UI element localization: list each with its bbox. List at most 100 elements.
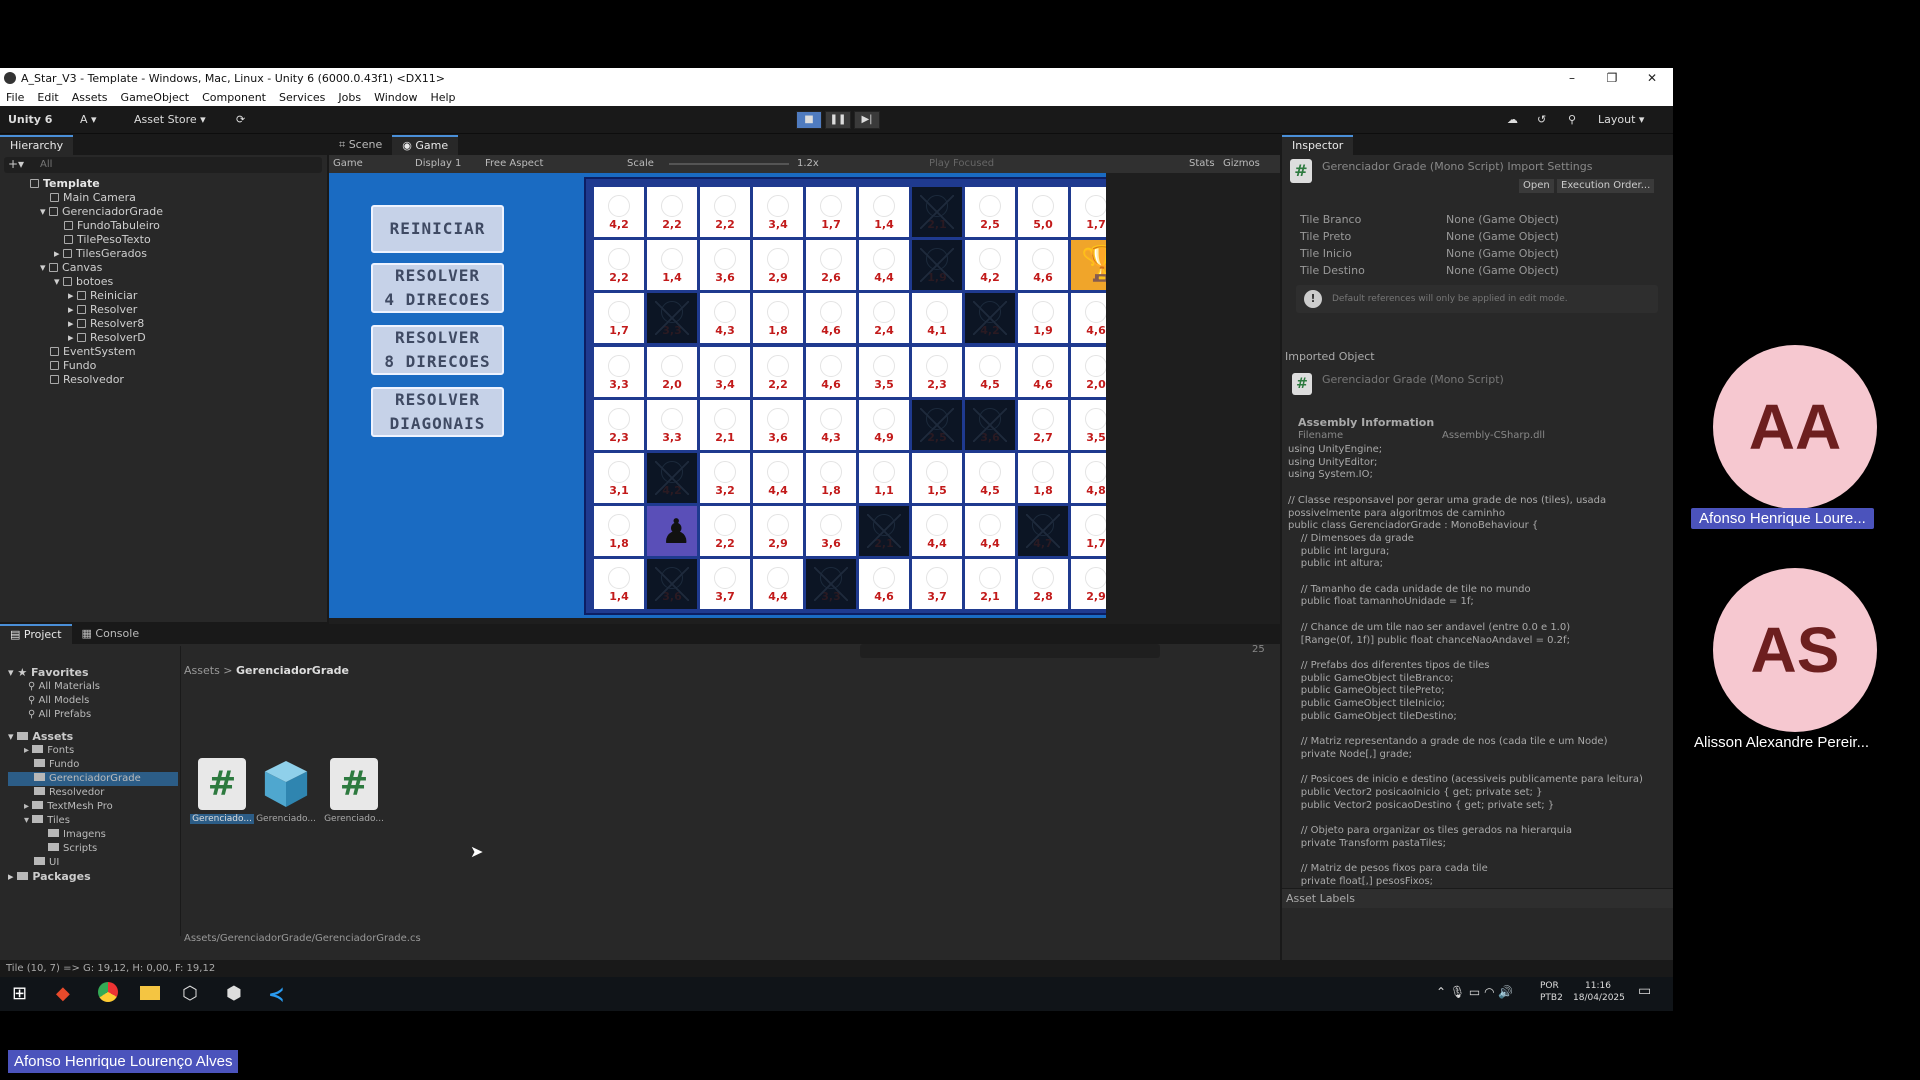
folder-item[interactable]: Imagens [8, 828, 178, 842]
unity-editor-icon[interactable]: ⬢ [226, 983, 242, 1004]
cloud-icon[interactable]: ☁ [1507, 111, 1518, 129]
clock[interactable]: 11:16 18/04/2025 [1573, 980, 1625, 1004]
breadcrumb-assets[interactable]: Assets [184, 664, 220, 677]
layout-dropdown[interactable]: Layout ▾ [1598, 111, 1644, 129]
folder-item[interactable]: Scripts [8, 842, 178, 856]
tree-item[interactable]: FundoTabuleiro [30, 219, 163, 233]
tab-hierarchy[interactable]: Hierarchy [0, 135, 74, 155]
tab-project[interactable]: ▤ Project [0, 624, 72, 644]
tile-weight: 3,3 [662, 324, 682, 338]
notification-icon[interactable]: ▭ [1638, 983, 1651, 999]
menu-help[interactable]: Help [430, 91, 455, 104]
folder-item[interactable]: ▾ Tiles [8, 814, 178, 828]
menu-services[interactable]: Services [279, 91, 325, 104]
fav-item[interactable]: ⚲ All Materials [8, 680, 178, 694]
tree-item[interactable]: ▸ Resolver8 [30, 317, 163, 331]
minimize-button[interactable]: – [1552, 68, 1592, 88]
tab-console[interactable]: ▦ Console [71, 624, 150, 644]
step-button[interactable]: ▶| [854, 111, 880, 129]
packages-folder[interactable]: ▸ Packages [8, 870, 178, 884]
account-dropdown[interactable]: A ▾ [80, 111, 97, 129]
hierarchy-search-input[interactable]: All [4, 157, 322, 173]
prefab-asset[interactable]: Gerenciado... [254, 758, 318, 824]
project-search-input[interactable] [860, 644, 1160, 658]
tab-scene[interactable]: ⌗ Scene [329, 135, 393, 155]
execution-order-button[interactable]: Execution Order... [1557, 179, 1655, 193]
tree-item[interactable]: Main Camera [30, 191, 163, 205]
field-tile-preto[interactable]: Tile Preto None (Game Object) [1300, 230, 1670, 246]
tree-item[interactable]: ▸ ResolverD [30, 331, 163, 345]
asset-labels-label[interactable]: Asset Labels [1282, 888, 1673, 908]
tile-weight: 1,7 [609, 324, 629, 338]
display-dropdown[interactable]: Display 1 [415, 157, 461, 171]
field-tile-destino[interactable]: Tile Destino None (Game Object) [1300, 264, 1670, 280]
history-icon[interactable]: ↺ [1537, 111, 1546, 129]
tree-item[interactable]: ▾ Canvas [30, 261, 163, 275]
maximize-button[interactable]: ❐ [1592, 68, 1632, 88]
tree-item[interactable]: ▸ TilesGerados [30, 247, 163, 261]
file-explorer-icon[interactable] [140, 986, 160, 1000]
tree-item[interactable]: ▸ Resolver [30, 303, 163, 317]
tab-inspector[interactable]: Inspector [1282, 135, 1354, 155]
gizmos-button[interactable]: Gizmos [1223, 157, 1260, 171]
favorites-item[interactable]: ▾ ★ Favorites [8, 666, 178, 680]
vscode-icon[interactable]: ≺ [268, 982, 285, 1006]
play-focused-dropdown[interactable]: Play Focused [929, 157, 994, 171]
windows-start-icon[interactable]: ⊞ [12, 983, 27, 1004]
fav-item[interactable]: ⚲ All Prefabs [8, 708, 178, 722]
keyboard-layout[interactable]: POR PTB2 [1540, 980, 1563, 1004]
tree-item[interactable]: ▾ botoes [30, 275, 163, 289]
unity-hub-icon[interactable]: ⬡ [182, 983, 198, 1004]
tree-item-template[interactable]: Template [30, 177, 163, 191]
resolver-diagonais-button[interactable]: RESOLVER DIAGONAIS [371, 387, 504, 437]
aspect-dropdown[interactable]: Free Aspect [485, 157, 543, 171]
folder-item[interactable]: Fundo [8, 758, 178, 772]
scale-slider[interactable] [669, 163, 789, 165]
assets-folder[interactable]: ▾ Assets [8, 730, 178, 744]
tree-item[interactable]: Fundo [30, 359, 163, 373]
asset-store-dropdown[interactable]: Asset Store ▾ [134, 111, 206, 129]
resolver-4-direcoes-button[interactable]: RESOLVER 4 DIRECOES [371, 263, 504, 313]
menu-jobs[interactable]: Jobs [338, 91, 361, 104]
blocked-tile: 3,3 [647, 293, 697, 344]
brave-browser-icon[interactable]: ◆ [56, 983, 70, 1004]
game-mode-dropdown[interactable]: Game [333, 157, 363, 171]
folder-item[interactable]: ▸ TextMesh Pro [8, 800, 178, 814]
add-icon[interactable]: +▾ [8, 157, 24, 171]
version-control-icon[interactable]: ⟳ [236, 111, 245, 129]
tab-game[interactable]: ◉ Game [392, 135, 459, 155]
field-tile-inicio[interactable]: Tile Inicio None (Game Object) [1300, 247, 1670, 263]
field-tile-branco[interactable]: Tile Branco None (Game Object) [1300, 213, 1670, 229]
menu-edit[interactable]: Edit [37, 91, 58, 104]
menu-assets[interactable]: Assets [72, 91, 108, 104]
breadcrumb-current[interactable]: GerenciadorGrade [236, 664, 349, 677]
folder-item[interactable]: ▸ Fonts [8, 744, 178, 758]
open-button[interactable]: Open [1519, 179, 1554, 193]
menu-window[interactable]: Window [374, 91, 417, 104]
pause-button[interactable]: ❚❚ [825, 111, 851, 129]
fav-item[interactable]: ⚲ All Models [8, 694, 178, 708]
menu-component[interactable]: Component [202, 91, 266, 104]
tree-item[interactable]: EventSystem [30, 345, 163, 359]
script-asset[interactable]: # Gerenciado... [190, 758, 254, 824]
tray-icons[interactable]: ⌃ 🎙 ▭ ◠ 🔊 [1436, 985, 1513, 999]
folder-item[interactable]: UI [8, 856, 178, 870]
play-button[interactable]: ■ [796, 111, 822, 129]
script-asset[interactable]: # Gerenciado... [322, 758, 386, 824]
chrome-icon[interactable] [98, 982, 118, 1002]
menu-gameobject[interactable]: GameObject [121, 91, 190, 104]
close-button[interactable]: ✕ [1632, 68, 1672, 88]
folder-item[interactable]: Resolvedor [8, 786, 178, 800]
stats-button[interactable]: Stats [1189, 157, 1215, 171]
tree-item[interactable]: ▾ GerenciadorGrade [30, 205, 163, 219]
unity-version-label[interactable]: Unity 6 [8, 111, 52, 129]
tree-item[interactable]: TilePesoTexto [30, 233, 163, 247]
game-view[interactable]: REINICIAR RESOLVER 4 DIRECOES RESOLVER 8 D… [329, 173, 1106, 618]
tree-item[interactable]: ▸ Reiniciar [30, 289, 163, 303]
resolver-8-direcoes-button[interactable]: RESOLVER 8 DIRECOES [371, 325, 504, 375]
menu-file[interactable]: File [6, 91, 24, 104]
tree-item[interactable]: Resolvedor [30, 373, 163, 387]
folder-item-selected[interactable]: GerenciadorGrade [8, 772, 178, 786]
reiniciar-button[interactable]: REINICIAR [371, 205, 504, 253]
search-icon[interactable]: ⚲ [1568, 111, 1576, 129]
